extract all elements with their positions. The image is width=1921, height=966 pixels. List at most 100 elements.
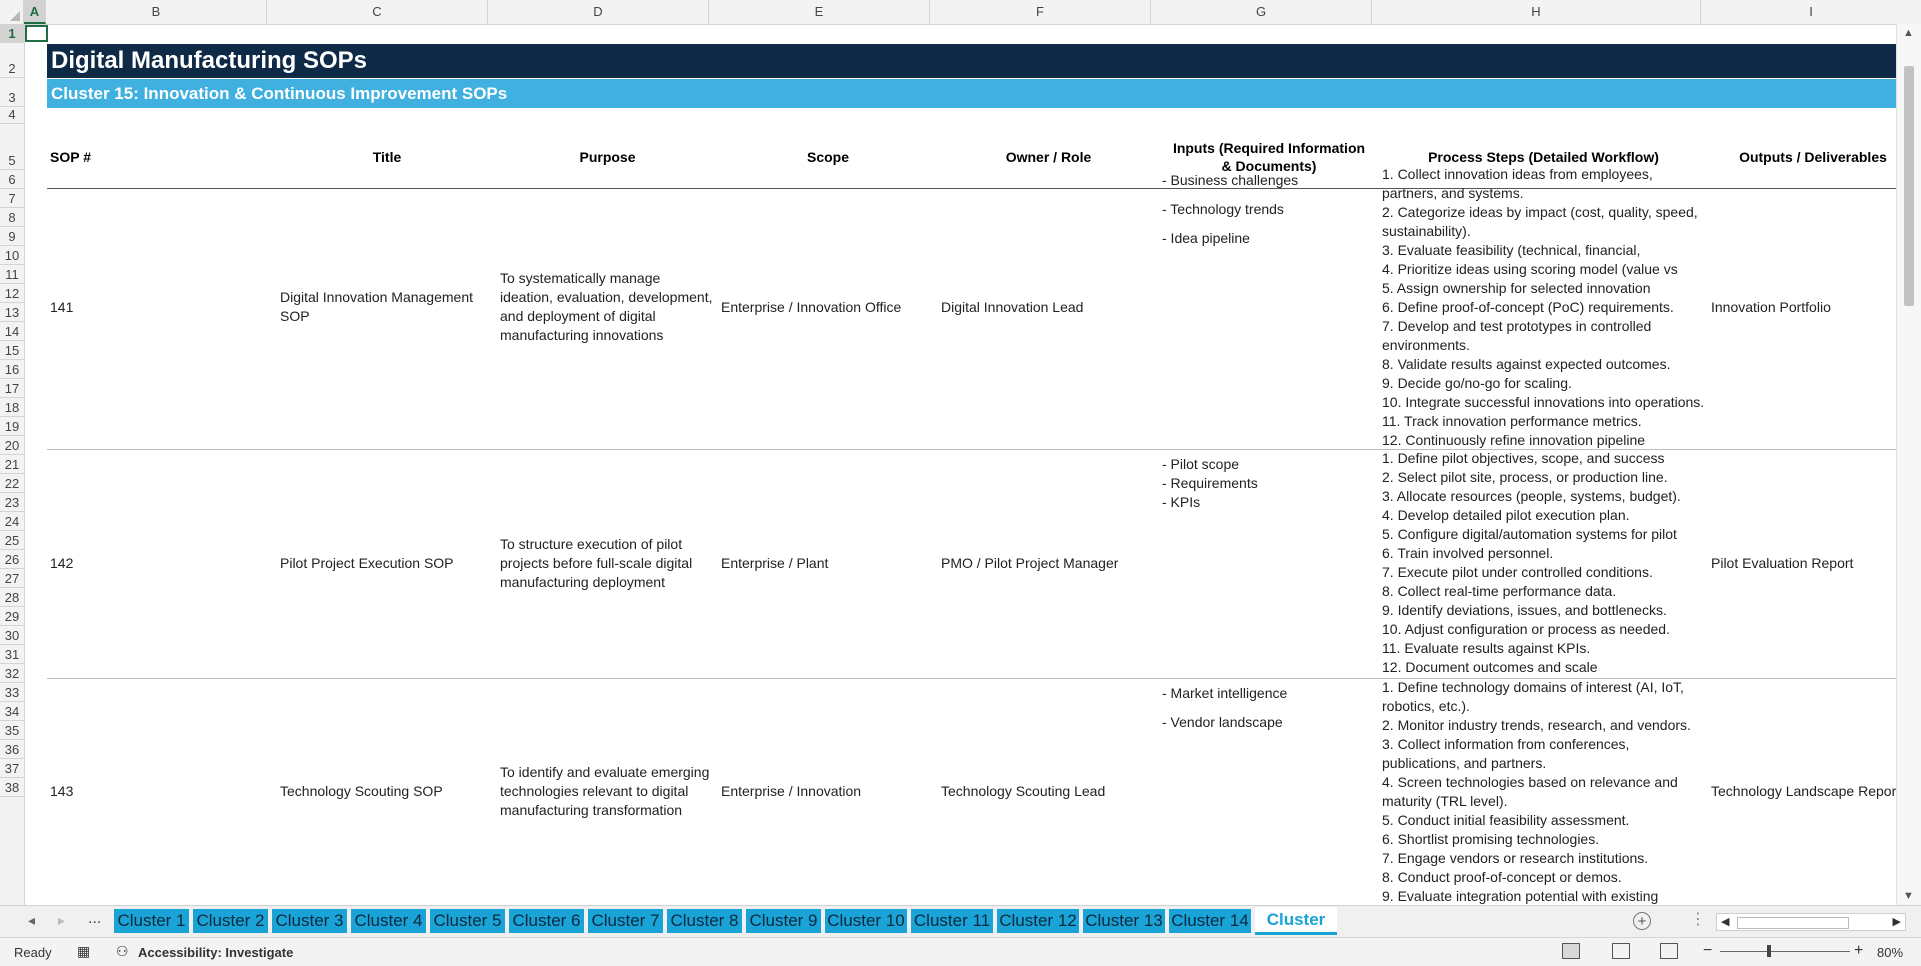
select-all-corner[interactable] xyxy=(0,0,24,24)
scroll-right-icon[interactable]: ▶ xyxy=(1893,915,1901,928)
row-header-26[interactable]: 26 xyxy=(0,550,24,569)
row-header-22[interactable]: 22 xyxy=(0,474,24,493)
accessibility-status[interactable]: Accessibility: Investigate xyxy=(138,945,293,960)
tab-cluster-12[interactable]: Cluster 12 xyxy=(997,909,1079,933)
row-header-19[interactable]: 19 xyxy=(0,417,24,436)
sop-number[interactable]: 142 xyxy=(47,449,277,678)
horizontal-scroll-thumb[interactable] xyxy=(1737,917,1849,929)
sop-number[interactable]: 141 xyxy=(47,165,277,449)
accessibility-icon[interactable]: ⚇ xyxy=(116,943,129,960)
zoom-slider[interactable] xyxy=(1720,951,1850,952)
row-header-15[interactable]: 15 xyxy=(0,341,24,360)
row-header-21[interactable]: 21 xyxy=(0,455,24,474)
worksheet-grid[interactable]: Digital Manufacturing SOPs Cluster 15: I… xyxy=(25,25,1896,905)
tab-cluster-8[interactable]: Cluster 8 xyxy=(667,909,742,933)
sop-process-steps[interactable]: 1. Collect innovation ideas from employe… xyxy=(1379,165,1711,450)
row-header-9[interactable]: 9 xyxy=(0,227,24,246)
sop-title[interactable]: Digital Innovation Management SOP xyxy=(277,165,497,449)
row-header-25[interactable]: 25 xyxy=(0,531,24,550)
row-header-31[interactable]: 31 xyxy=(0,645,24,664)
row-header-3[interactable]: 3 xyxy=(0,78,24,107)
prev-sheet-icon[interactable]: ◂ xyxy=(28,912,35,929)
tab-overflow[interactable]: ... xyxy=(88,910,101,928)
sop-scope[interactable]: Enterprise / Plant xyxy=(718,449,938,678)
column-header-c[interactable]: C xyxy=(267,0,488,24)
tab-cluster-9[interactable]: Cluster 9 xyxy=(746,909,821,933)
row-header-17[interactable]: 17 xyxy=(0,379,24,398)
row-header-16[interactable]: 16 xyxy=(0,360,24,379)
column-header-i[interactable]: I xyxy=(1701,0,1921,24)
column-header-b[interactable]: B xyxy=(46,0,267,24)
row-header-28[interactable]: 28 xyxy=(0,588,24,607)
tab-cluster-13[interactable]: Cluster 13 xyxy=(1083,909,1165,933)
tab-cluster-6[interactable]: Cluster 6 xyxy=(509,909,584,933)
row-header-5[interactable]: 5 xyxy=(0,124,24,170)
column-header-a[interactable]: A xyxy=(24,0,46,24)
row-header-29[interactable]: 29 xyxy=(0,607,24,626)
zoom-slider-knob[interactable] xyxy=(1767,945,1771,957)
row-header-8[interactable]: 8 xyxy=(0,208,24,227)
tab-cluster-1[interactable]: Cluster 1 xyxy=(114,909,189,933)
sop-title[interactable]: Pilot Project Execution SOP xyxy=(277,449,497,678)
tab-cluster-7[interactable]: Cluster 7 xyxy=(588,909,663,933)
row-header-10[interactable]: 10 xyxy=(0,246,24,265)
vertical-scroll-thumb[interactable] xyxy=(1904,66,1914,306)
scroll-left-icon[interactable]: ◀ xyxy=(1721,915,1729,928)
sop-number[interactable]: 143 xyxy=(47,678,277,905)
sop-inputs[interactable]: - Pilot scope - Requirements - KPIs xyxy=(1159,455,1382,512)
page-break-view-icon[interactable] xyxy=(1660,943,1678,959)
sop-purpose[interactable]: To identify and evaluate emerging technol… xyxy=(497,678,718,905)
tab-cluster-3[interactable]: Cluster 3 xyxy=(272,909,347,933)
row-header-4[interactable]: 4 xyxy=(0,107,24,124)
row-header-35[interactable]: 35 xyxy=(0,721,24,740)
column-header-f[interactable]: F xyxy=(930,0,1151,24)
row-header-33[interactable]: 33 xyxy=(0,683,24,702)
more-options-icon[interactable]: ⋮ xyxy=(1690,909,1706,929)
sop-owner[interactable]: PMO / Pilot Project Manager xyxy=(938,449,1159,678)
sop-process-steps[interactable]: 1. Define pilot objectives, scope, and s… xyxy=(1379,449,1711,677)
row-header-12[interactable]: 12 xyxy=(0,284,24,303)
row-header-6[interactable]: 6 xyxy=(0,170,24,189)
zoom-in-icon[interactable]: + xyxy=(1854,942,1863,960)
sop-outputs[interactable]: Technology Landscape Report xyxy=(1708,678,1896,905)
sop-scope[interactable]: Enterprise / Innovation Office xyxy=(718,165,938,449)
scroll-up-icon[interactable]: ▲ xyxy=(1903,27,1914,39)
sop-outputs[interactable]: Innovation Portfolio xyxy=(1708,165,1896,449)
row-header-38[interactable]: 38 xyxy=(0,778,24,797)
zoom-level[interactable]: 80% xyxy=(1877,945,1903,960)
row-header-18[interactable]: 18 xyxy=(0,398,24,417)
tab-cluster-10[interactable]: Cluster 10 xyxy=(825,909,907,933)
sop-title[interactable]: Technology Scouting SOP xyxy=(277,678,497,905)
tab-cluster-11[interactable]: Cluster 11 xyxy=(911,909,993,933)
column-header-d[interactable]: D xyxy=(488,0,709,24)
row-header-2[interactable]: 2 xyxy=(0,43,24,78)
sop-inputs[interactable]: - Market intelligence - Vendor landscape xyxy=(1159,684,1382,742)
add-sheet-icon[interactable]: + xyxy=(1633,912,1651,930)
sop-purpose[interactable]: To systematically manage ideation, evalua… xyxy=(497,165,718,449)
row-header-27[interactable]: 27 xyxy=(0,569,24,588)
row-header-30[interactable]: 30 xyxy=(0,626,24,645)
row-header-23[interactable]: 23 xyxy=(0,493,24,512)
sop-outputs[interactable]: Pilot Evaluation Report xyxy=(1708,449,1896,678)
column-header-g[interactable]: G xyxy=(1151,0,1372,24)
tab-cluster-5[interactable]: Cluster 5 xyxy=(430,909,505,933)
tab-cluster-4[interactable]: Cluster 4 xyxy=(351,909,426,933)
sop-purpose[interactable]: To structure execution of pilot projects … xyxy=(497,449,718,678)
column-header-e[interactable]: E xyxy=(709,0,930,24)
row-header-13[interactable]: 13 xyxy=(0,303,24,322)
row-header-11[interactable]: 11 xyxy=(0,265,24,284)
page-layout-view-icon[interactable] xyxy=(1612,943,1630,959)
sop-owner[interactable]: Technology Scouting Lead xyxy=(938,678,1159,905)
next-sheet-icon[interactable]: ▸ xyxy=(58,912,65,929)
sop-scope[interactable]: Enterprise / Innovation xyxy=(718,678,938,905)
sop-process-steps[interactable]: 1. Define technology domains of interest… xyxy=(1379,678,1711,905)
active-cell-a1[interactable] xyxy=(25,25,48,42)
vertical-scrollbar[interactable]: ▲ ▼ xyxy=(1896,24,1921,905)
column-header-h[interactable]: H xyxy=(1372,0,1701,24)
normal-view-icon[interactable] xyxy=(1562,943,1580,959)
sop-owner[interactable]: Digital Innovation Lead xyxy=(938,165,1159,449)
row-header-36[interactable]: 36 xyxy=(0,740,24,759)
scroll-down-icon[interactable]: ▼ xyxy=(1903,890,1914,902)
horizontal-scrollbar[interactable]: ◀ ▶ xyxy=(1716,913,1906,931)
row-header-20[interactable]: 20 xyxy=(0,436,24,455)
